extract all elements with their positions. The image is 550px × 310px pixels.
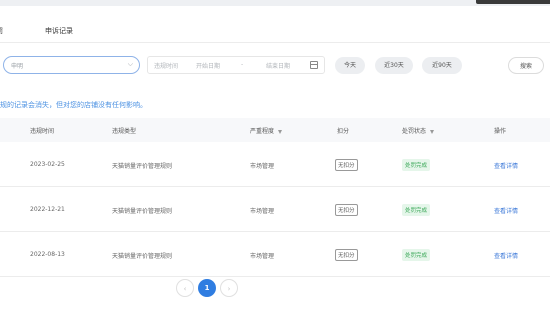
- main-card: 罚 申诉记录 申明 ⌵ 违规时间 开始日期 - 结束日期 今天 近30天 近90…: [0, 6, 550, 310]
- status-badge: 处罚完成: [402, 249, 431, 261]
- filter-icon[interactable]: [430, 129, 435, 134]
- cell-date: 2022-08-13: [30, 251, 65, 258]
- table-row: 2022-08-13 天猫销量评价管理规则 市场管理 无扣分 处罚完成 查看详情: [0, 232, 550, 277]
- date-range-picker[interactable]: 违规时间 开始日期 - 结束日期: [147, 56, 325, 74]
- cell-date: 2023-02-25: [30, 161, 65, 168]
- prev-page-button[interactable]: ‹: [176, 279, 194, 297]
- filter-icon[interactable]: [278, 129, 283, 134]
- cell-severity: 市场管理: [250, 208, 275, 215]
- start-date-input[interactable]: 开始日期: [196, 61, 220, 70]
- header-deduction: 扣分: [337, 128, 350, 135]
- deduction-badge: 无扣分: [335, 249, 358, 261]
- cell-severity: 市场管理: [250, 253, 275, 260]
- header-penalty-status[interactable]: 处罚状态: [402, 126, 435, 135]
- status-badge: 处罚完成: [402, 204, 431, 216]
- tab-appeal-records[interactable]: 申诉记录: [45, 26, 73, 36]
- quick-90-days-button[interactable]: 近90天: [422, 57, 462, 74]
- tab-bar: 罚 申诉记录: [0, 6, 550, 43]
- deduction-badge: 无扣分: [335, 204, 358, 216]
- page-1-button[interactable]: 1: [198, 279, 216, 297]
- chevron-down-icon: ⌵: [127, 60, 133, 68]
- date-range-label: 违规时间: [154, 63, 179, 70]
- cell-date: 2022-12-21: [30, 206, 65, 213]
- cell-severity: 市场管理: [250, 163, 275, 170]
- status-badge: 处罚完成: [402, 159, 431, 171]
- table-row: 2022-12-21 天猫销量评价管理规则 市场管理 无扣分 处罚完成 查看详情: [0, 187, 550, 232]
- deduction-badge: 无扣分: [335, 159, 358, 171]
- top-right-button[interactable]: [476, 0, 550, 4]
- quick-today-button[interactable]: 今天: [335, 57, 365, 74]
- header-violation-type: 违规类型: [112, 128, 137, 135]
- next-page-button[interactable]: ›: [220, 279, 238, 297]
- cell-type: 天猫销量评价管理规则: [112, 208, 173, 215]
- notice-text: 规的记录会消失，但对您的店铺没有任何影响。: [0, 101, 147, 109]
- view-details-link[interactable]: 查看详情: [494, 161, 518, 170]
- search-button[interactable]: 搜索: [508, 57, 544, 74]
- header-severity-label: 严重程度: [250, 128, 275, 135]
- type-select[interactable]: 申明 ⌵: [3, 56, 140, 74]
- calendar-icon[interactable]: [310, 61, 318, 69]
- type-select-value: 申明: [11, 63, 24, 70]
- quick-30-days-button[interactable]: 近30天: [375, 57, 413, 74]
- header-violation-time: 违规时间: [30, 128, 55, 135]
- view-details-link[interactable]: 查看详情: [494, 251, 518, 260]
- table-header: 违规时间 违规类型 严重程度 扣分 处罚状态 操作: [0, 118, 550, 142]
- header-actions: 操作: [494, 128, 507, 135]
- table-row: 2023-02-25 天猫销量评价管理规则 市场管理 无扣分 处罚完成 查看详情: [0, 142, 550, 187]
- header-penalty-status-label: 处罚状态: [402, 128, 427, 135]
- cell-type: 天猫销量评价管理规则: [112, 163, 173, 170]
- cell-type: 天猫销量评价管理规则: [112, 253, 173, 260]
- end-date-input[interactable]: 结束日期: [266, 61, 290, 70]
- header-severity[interactable]: 严重程度: [250, 126, 283, 135]
- date-separator: -: [241, 61, 244, 68]
- tab-penalty[interactable]: 罚: [0, 26, 3, 36]
- view-details-link[interactable]: 查看详情: [494, 206, 518, 215]
